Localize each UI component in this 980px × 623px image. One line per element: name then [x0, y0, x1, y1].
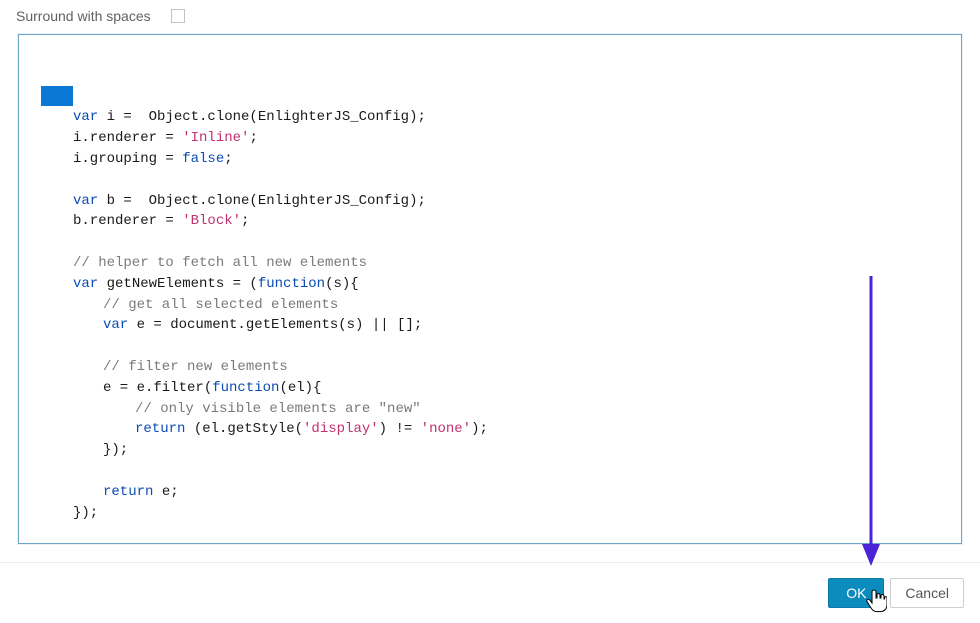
code-line: e = e.filter(function(el){: [19, 378, 961, 399]
code-line: return e;: [19, 482, 961, 503]
code-line: // helper to fetch all new elements: [19, 253, 961, 274]
code-line: var e = document.getElements(s) || [];: [19, 315, 961, 336]
surround-label: Surround with spaces: [16, 8, 151, 24]
code-line: i.grouping = false;: [19, 149, 961, 170]
ok-button[interactable]: OK: [828, 578, 884, 608]
selection-highlight: [41, 86, 73, 106]
divider: [0, 562, 980, 563]
code-line: });: [19, 440, 961, 461]
code-line: });: [19, 503, 961, 524]
code-line: return (el.getStyle('display') != 'none'…: [19, 419, 961, 440]
code-line: var getNewElements = (function(s){: [19, 274, 961, 295]
surround-checkbox[interactable]: [171, 9, 185, 23]
code-line: // get all selected elements: [19, 295, 961, 316]
option-row-surround: Surround with spaces: [0, 0, 980, 32]
cancel-button-label: Cancel: [905, 585, 949, 601]
ok-button-label: OK: [846, 585, 866, 601]
code-line: b.renderer = 'Block';: [19, 211, 961, 232]
code-line: [19, 461, 961, 482]
code-line: var b = Object.clone(EnlighterJS_Config)…: [19, 191, 961, 212]
code-line: i.renderer = 'Inline';: [19, 128, 961, 149]
code-line: // only visible elements are "new": [19, 399, 961, 420]
code-line: var i = Object.clone(EnlighterJS_Config)…: [19, 107, 961, 128]
code-line: [19, 232, 961, 253]
dialog-buttons: OK Cancel: [828, 578, 964, 608]
code-line: [19, 170, 961, 191]
code-editor[interactable]: var i = Object.clone(EnlighterJS_Config)…: [18, 34, 962, 544]
code-line: [19, 336, 961, 357]
code-line: // filter new elements: [19, 357, 961, 378]
cancel-button[interactable]: Cancel: [890, 578, 964, 608]
